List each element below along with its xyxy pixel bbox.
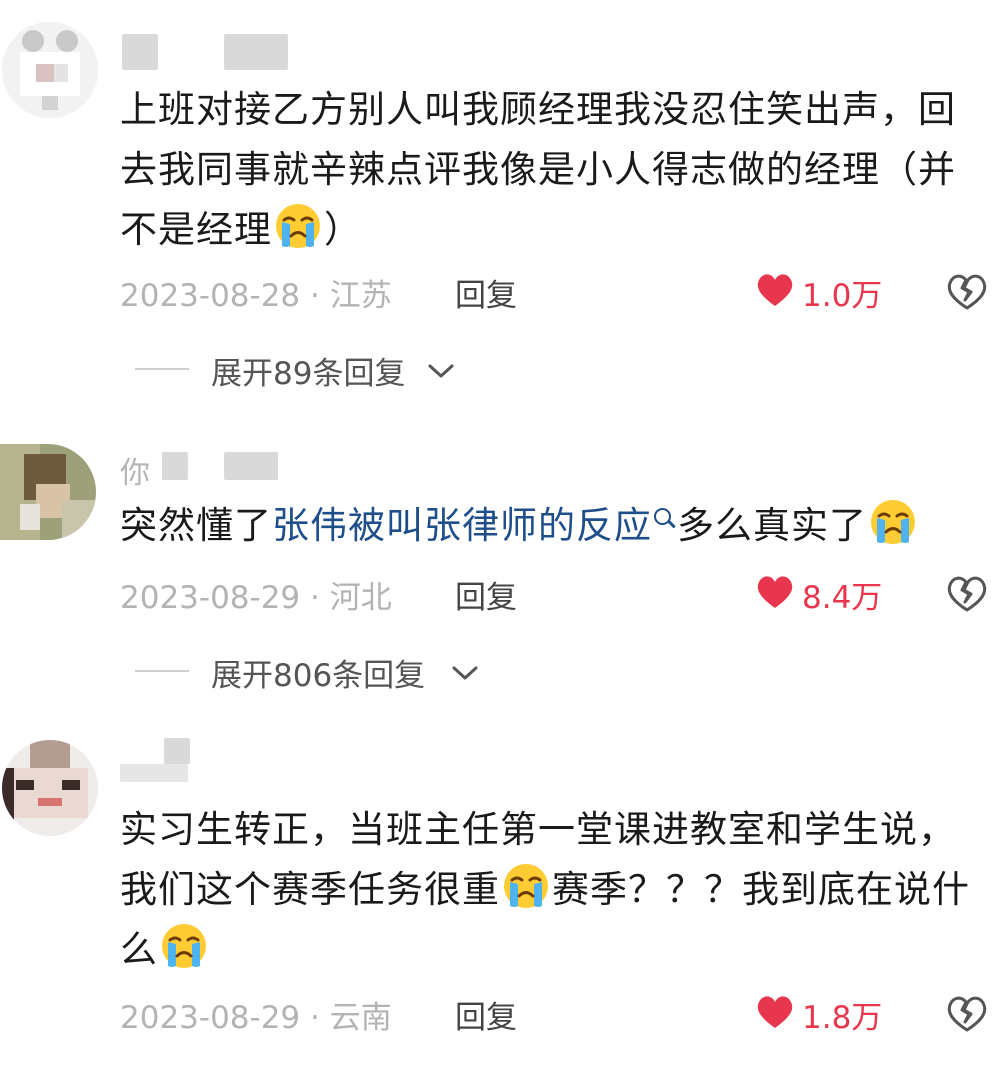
like-button[interactable]: 8.4万: [755, 572, 905, 616]
broken-heart-icon[interactable]: [945, 572, 989, 616]
broken-heart-icon[interactable]: [945, 992, 989, 1036]
reply-button[interactable]: 回复: [455, 270, 517, 315]
heart-filled-icon: [755, 272, 795, 308]
crying-face-emoji: [274, 202, 322, 250]
avatar[interactable]: [0, 444, 96, 540]
username-visible-part: 你: [120, 456, 150, 491]
crying-face-emoji: [502, 862, 550, 910]
chevron-down-icon: [427, 362, 455, 380]
crying-face-emoji: [160, 922, 208, 970]
date-location: 2023-08-28 · 江苏: [120, 278, 392, 314]
chevron-down-icon: [451, 664, 479, 682]
search-icon: [654, 507, 671, 525]
like-button[interactable]: 1.0万: [755, 270, 905, 314]
like-count: 1.8万: [802, 1000, 883, 1036]
like-button[interactable]: 1.8万: [755, 992, 905, 1036]
divider: [135, 670, 189, 672]
divider: [135, 368, 189, 370]
heart-filled-icon: [755, 994, 795, 1030]
search-link[interactable]: 张伟被叫张律师的反应: [272, 504, 677, 547]
expand-replies-label: 展开89条回复: [211, 356, 406, 392]
comment-body: 突然懂了张伟被叫张律师的反应 多么真实了: [120, 496, 980, 556]
broken-heart-icon[interactable]: [945, 270, 989, 314]
reply-button[interactable]: 回复: [455, 572, 517, 617]
like-count: 1.0万: [802, 278, 883, 314]
heart-filled-icon: [755, 574, 795, 610]
like-count: 8.4万: [802, 580, 883, 616]
reply-button[interactable]: 回复: [455, 992, 517, 1037]
expand-replies-label: 展开806条回复: [211, 658, 426, 694]
comment-body: 实习生转正，当班主任第一堂课进教室和学生说， 我们这个赛季任务很重 赛季？？？我到…: [120, 808, 970, 971]
date-location: 2023-08-29 · 河北: [120, 580, 392, 616]
date-location: 2023-08-29 · 云南: [120, 1000, 392, 1036]
crying-face-emoji: [869, 498, 917, 546]
comment-body: 上班对接乙方别人叫我顾经理我没忍住笑出声，回 去我同事就辛辣点评我像是小人得志做…: [120, 88, 956, 251]
avatar[interactable]: [2, 740, 98, 836]
avatar[interactable]: [2, 22, 98, 118]
